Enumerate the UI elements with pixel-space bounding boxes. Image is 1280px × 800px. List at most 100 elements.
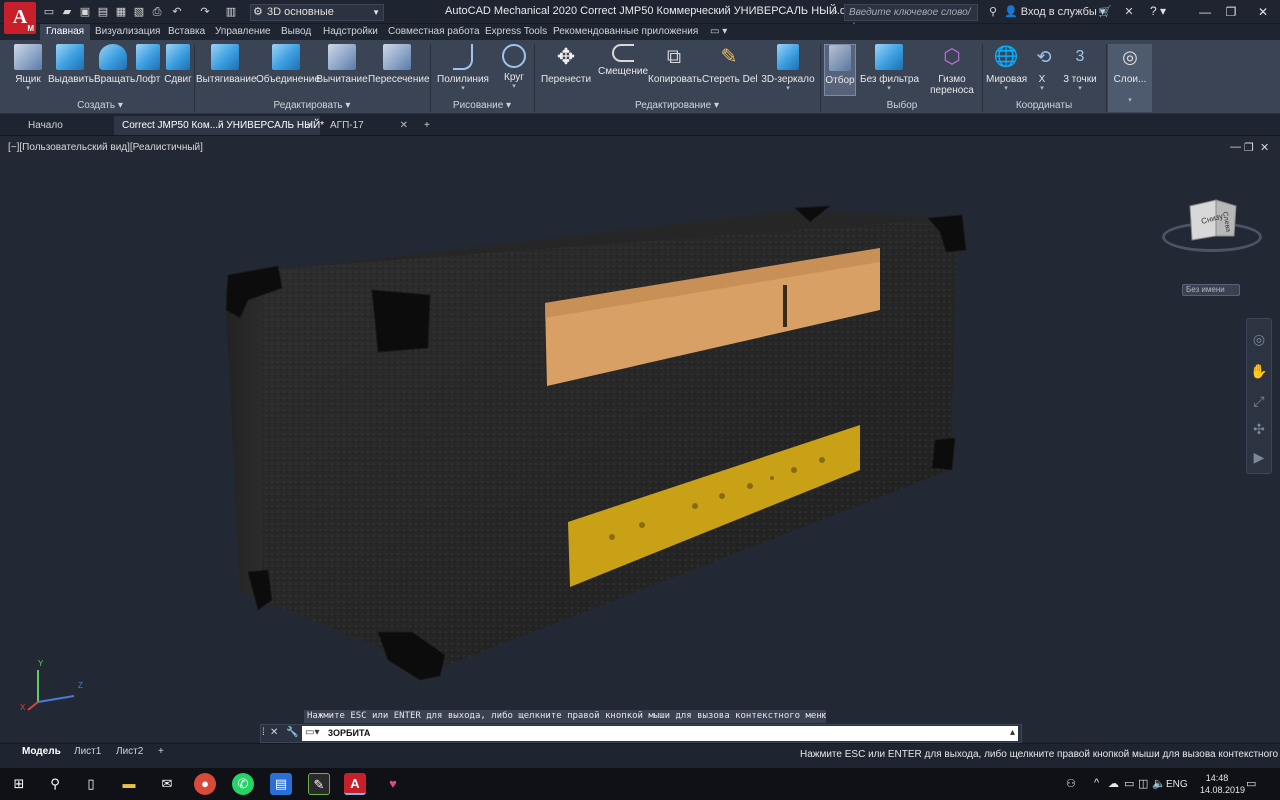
subtract-button[interactable]: Вычитание [316,44,368,100]
undo-icon[interactable]: ↶ [170,5,184,19]
close-command-icon[interactable]: ✕ [270,727,278,738]
web-save-icon[interactable]: ▧ [132,5,146,19]
tab-express-tools[interactable]: Express Tools [479,24,553,40]
layout-tab-model[interactable]: Модель [16,745,67,759]
world-ucs-button[interactable]: 🌐 Мировая ▾ [986,44,1027,100]
ucs-x-button[interactable]: ⟲ X ▾ [1030,44,1054,100]
add-layout-button[interactable]: + [152,745,170,759]
copy-button[interactable]: ⧉ Копировать [648,44,702,100]
close-icon[interactable]: ✕ [1254,3,1272,21]
group-draw[interactable]: Рисование ▾ [432,100,532,112]
viewport-close-icon[interactable]: ✕ [1260,141,1269,154]
cart-icon[interactable]: 🛒 [1098,5,1112,19]
file-tab-active[interactable]: Correct JMP50 Ком...й УНИВЕРСАЛЬ НЫЙ* ✕ [114,116,324,135]
group-create[interactable]: Создать ▾ [8,100,192,112]
viewport-restore-icon[interactable]: ❐ [1244,141,1254,154]
3d-model-amp-head[interactable] [0,136,1240,742]
battery-icon[interactable]: ▭ [1124,777,1134,790]
people-icon[interactable]: ⚇ [1066,777,1076,790]
tab-manage[interactable]: Управление [209,24,277,40]
culling-toggle[interactable]: Отбор [824,44,856,96]
windows-start-icon[interactable]: ⊞ [8,773,30,795]
close-tab-icon[interactable]: ✕ [400,116,408,135]
revolve-button[interactable]: Вращать [94,44,135,100]
system-clock[interactable]: 14:48 14.08.2019 [1200,772,1245,796]
layout-tab-sheet1[interactable]: Лист1 [68,745,107,759]
exchange-icon[interactable]: ✕ [1122,5,1136,19]
circle-button[interactable]: Круг ▾ [498,44,530,100]
document-app-icon[interactable]: ▤ [270,773,292,795]
web-mobile-icon[interactable]: ▦ [114,5,128,19]
group-edit[interactable]: Редактировать ▾ [196,100,428,112]
command-history-toggle-icon[interactable]: ▴ [1010,727,1015,738]
notifications-icon[interactable]: ▭ [1246,777,1256,790]
search-icon[interactable]: ⌕ [828,5,842,19]
gizmo-button[interactable]: ⬡ Гизмо переноса [928,44,976,100]
tab-output[interactable]: Вывод [275,24,317,40]
layer-state-icon[interactable]: ▥ [224,5,238,19]
search-icon[interactable]: ⚲ [44,773,66,795]
pan-icon[interactable]: ✋ [1250,362,1268,380]
task-view-icon[interactable]: ▯ [80,773,102,795]
redo-icon[interactable]: ↷ [198,5,212,19]
union-button[interactable]: Объединение [256,44,320,100]
workspace-dropdown[interactable]: ⚙ 3D основные ▼ [250,4,384,21]
file-tab-agp[interactable]: АГП-17 ✕ [322,116,414,135]
steering-wheel-icon[interactable]: ◎ [1250,330,1268,348]
no-filter-button[interactable]: Без фильтра ▾ [860,44,919,100]
mail-icon[interactable]: ✉ [156,773,178,795]
tab-visualize[interactable]: Визуализация [89,24,166,40]
chrome-icon[interactable]: ● [194,773,216,795]
plot-icon[interactable]: ⎙ [150,5,164,19]
maximize-icon[interactable]: ❐ [1222,3,1240,21]
language-indicator[interactable]: ENG [1166,779,1188,790]
tab-collaborate[interactable]: Совместная работа [382,24,486,40]
customize-wrench-icon[interactable]: 🔧 [286,727,298,738]
sweep-button[interactable]: Сдвиг [164,44,192,100]
presspull-button[interactable]: Вытягивание [196,44,257,100]
ribbon-options-icon[interactable]: ▭ ▾ [704,24,733,40]
app-taskbar-icon[interactable]: ♥ [382,773,404,795]
grip-handle-icon[interactable]: ⁞ [262,727,265,738]
offset-button[interactable]: Смещение [598,44,648,100]
close-tab-icon[interactable]: ✕ [306,116,314,135]
command-input[interactable]: 3ОРБИТА [302,726,1018,741]
erase-button[interactable]: ✎ Стереть Del [702,44,758,100]
move-button[interactable]: ✥ Перенести [540,44,592,100]
tab-home[interactable]: Главная [40,24,91,40]
file-explorer-icon[interactable]: ▬ [118,773,140,795]
new-file-icon[interactable]: ▭ [42,5,56,19]
file-tab-start[interactable]: Начало [20,116,114,135]
tray-chevron-icon[interactable]: ^ [1094,777,1099,789]
extrude-button[interactable]: Выдавить [48,44,94,100]
command-prompt-icon[interactable]: ▭▾ [305,727,319,738]
layout-tab-sheet2[interactable]: Лист2 [110,745,149,759]
orbit-icon[interactable]: ✣ [1250,420,1268,438]
graphics-app-icon[interactable]: ✎ [308,773,330,795]
application-menu-button[interactable]: AM [4,2,36,34]
showmotion-icon[interactable]: ▶ [1250,448,1268,466]
binoculars-icon[interactable]: ⚲ [986,5,1000,19]
group-modify[interactable]: Редактирование ▾ [536,100,818,112]
tab-featured-apps[interactable]: Рекомендованные приложения [547,24,704,40]
mirror3d-button[interactable]: 3D-зеркало ▾ [760,44,816,100]
whatsapp-icon[interactable]: ✆ [232,773,254,795]
volume-icon[interactable]: 🔈 [1152,777,1166,790]
intersect-button[interactable]: Пересечение [368,44,430,100]
open-folder-icon[interactable]: ▰ [60,5,74,19]
sign-in-button[interactable]: 👤 Вход в службы ▾ [1004,5,1105,18]
polyline-button[interactable]: Полилиния ▾ [434,44,492,100]
loft-button[interactable]: Лофт [134,44,162,100]
save-as-icon[interactable]: ▤ [96,5,110,19]
search-input[interactable]: Введите ключевое слово/фразу [844,4,978,33]
add-tab-button[interactable]: + [418,116,438,135]
help-button[interactable]: ? ▾ [1150,4,1166,18]
box-button[interactable]: Ящик ▾ [12,44,44,100]
zoom-extents-icon[interactable]: ⤢ [1250,392,1268,410]
viewcube[interactable]: Снизу Слева [1186,196,1238,244]
tab-addins[interactable]: Надстройки [317,24,384,40]
minimize-icon[interactable]: — [1196,3,1214,21]
named-view-dropdown[interactable]: Без имени [1182,284,1240,296]
layers-button[interactable]: ◎ Слои... ▾ [1108,44,1152,112]
autocad-taskbar-icon[interactable]: A [344,773,366,795]
